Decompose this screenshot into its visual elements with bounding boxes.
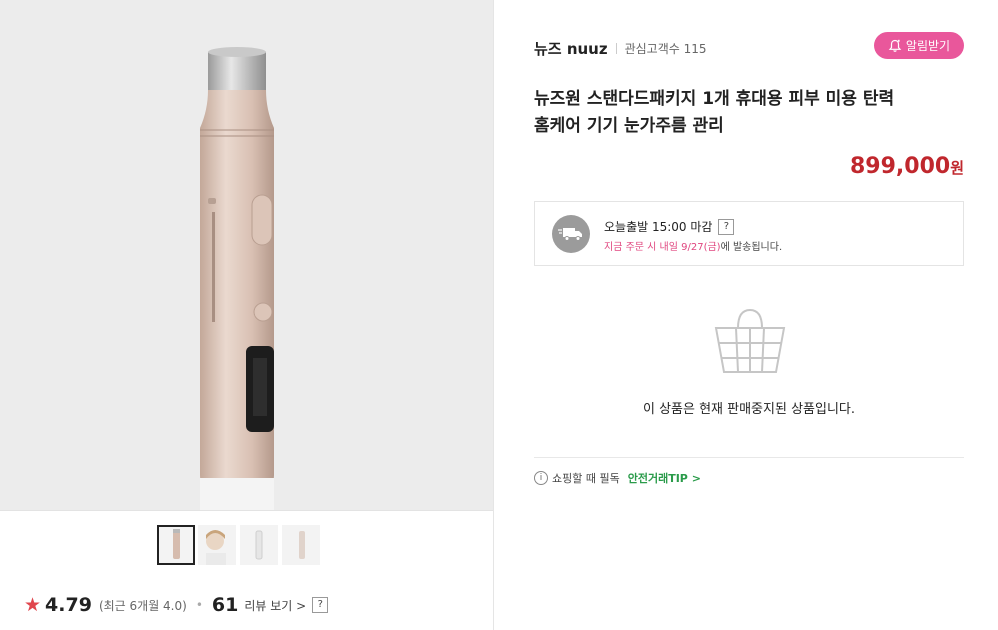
thumbnail-device-icon bbox=[173, 529, 180, 559]
shipping-date-rest: 에 발송됩니다. bbox=[720, 242, 783, 253]
product-main-image[interactable] bbox=[0, 0, 493, 510]
review-link-label: 리뷰 보기 bbox=[244, 598, 293, 613]
thumbnail-device-icon bbox=[299, 531, 305, 559]
thumbnail-device-icon bbox=[255, 530, 263, 560]
title-line-2: 홈케어 기기 눈가주름 관리 bbox=[534, 116, 724, 136]
store-name[interactable]: 뉴즈 nuuz bbox=[534, 38, 608, 59]
info-icon: i bbox=[534, 471, 548, 485]
truck-shape bbox=[558, 228, 582, 241]
divider bbox=[534, 457, 964, 458]
basket-icon bbox=[714, 308, 786, 373]
review-link[interactable]: 리뷰 보기 > bbox=[244, 597, 306, 614]
shipping-date: 지금 주문 시 내일 9/27(금)에 발송됩니다. bbox=[604, 238, 782, 253]
price-currency: 원 bbox=[950, 159, 964, 177]
thumbnail-model-icon bbox=[206, 530, 226, 565]
truck-icon bbox=[552, 215, 590, 253]
favorite-count: 관심고객수 115 bbox=[624, 41, 707, 56]
thumbnail-3[interactable] bbox=[240, 525, 278, 565]
title-line-1: 뉴즈원 스탠다드패키지 1개 휴대용 피부 미용 탄력 bbox=[534, 89, 895, 109]
tip-prefix: 쇼핑할 때 필독 bbox=[552, 472, 620, 485]
device-illustration bbox=[200, 47, 274, 510]
alarm-button[interactable]: 알림받기 bbox=[874, 32, 964, 59]
chevron-right-icon: > bbox=[296, 598, 307, 613]
sale-stopped-message: 이 상품은 현재 판매중지된 상품입니다. bbox=[642, 402, 856, 417]
thumbnail-1[interactable] bbox=[157, 525, 195, 565]
bell-icon bbox=[888, 39, 902, 52]
shipping-deadline: 오늘출발 15:00 마감 ? bbox=[604, 218, 735, 235]
review-count: 61 bbox=[211, 594, 239, 616]
alarm-label: 알림받기 bbox=[905, 39, 951, 53]
product-title: 뉴즈원 스탠다드패키지 1개 휴대용 피부 미용 탄력 홈케어 기기 눈가주름 … bbox=[534, 86, 964, 140]
shipping-deadline-text: 오늘출발 15:00 마감 bbox=[604, 220, 713, 234]
thumbnail-4[interactable] bbox=[282, 525, 320, 565]
shipping-date-highlight: 지금 주문 시 내일 9/27(금) bbox=[604, 242, 721, 253]
thumbnail-strip bbox=[0, 510, 493, 581]
thumbnail-2[interactable] bbox=[198, 525, 236, 565]
product-gallery: ★ 4.79 (최근 6개월 4.0) • 61 리뷰 보기 > ? bbox=[0, 0, 494, 630]
help-icon[interactable]: ? bbox=[312, 597, 329, 613]
separator-dot: • bbox=[195, 598, 203, 612]
product-price: 899,000원 bbox=[850, 154, 964, 179]
safe-trade-tip: i 쇼핑할 때 필독 안전거래TIP > bbox=[534, 470, 701, 486]
recent-rating: (최근 6개월 4.0) bbox=[98, 598, 187, 613]
safe-trade-link-label: 안전거래TIP bbox=[627, 472, 688, 485]
divider bbox=[615, 42, 617, 54]
product-info: 뉴즈 nuuz 관심고객수 115 알림받기 뉴즈원 스탠다드패키지 1개 휴대… bbox=[534, 0, 964, 630]
safe-trade-link[interactable]: 안전거래TIP > bbox=[628, 470, 701, 486]
chevron-right-icon: > bbox=[691, 472, 701, 485]
shipping-help-icon[interactable]: ? bbox=[718, 218, 735, 235]
rating-score: 4.79 bbox=[45, 594, 92, 616]
rating-summary: ★ 4.79 (최근 6개월 4.0) • 61 리뷰 보기 > ? bbox=[24, 593, 329, 617]
star-icon: ★ bbox=[24, 594, 42, 616]
price-value: 899,000 bbox=[849, 154, 951, 179]
shipping-info: 오늘출발 15:00 마감 ? 지금 주문 시 내일 9/27(금)에 발송됩니… bbox=[534, 201, 964, 266]
